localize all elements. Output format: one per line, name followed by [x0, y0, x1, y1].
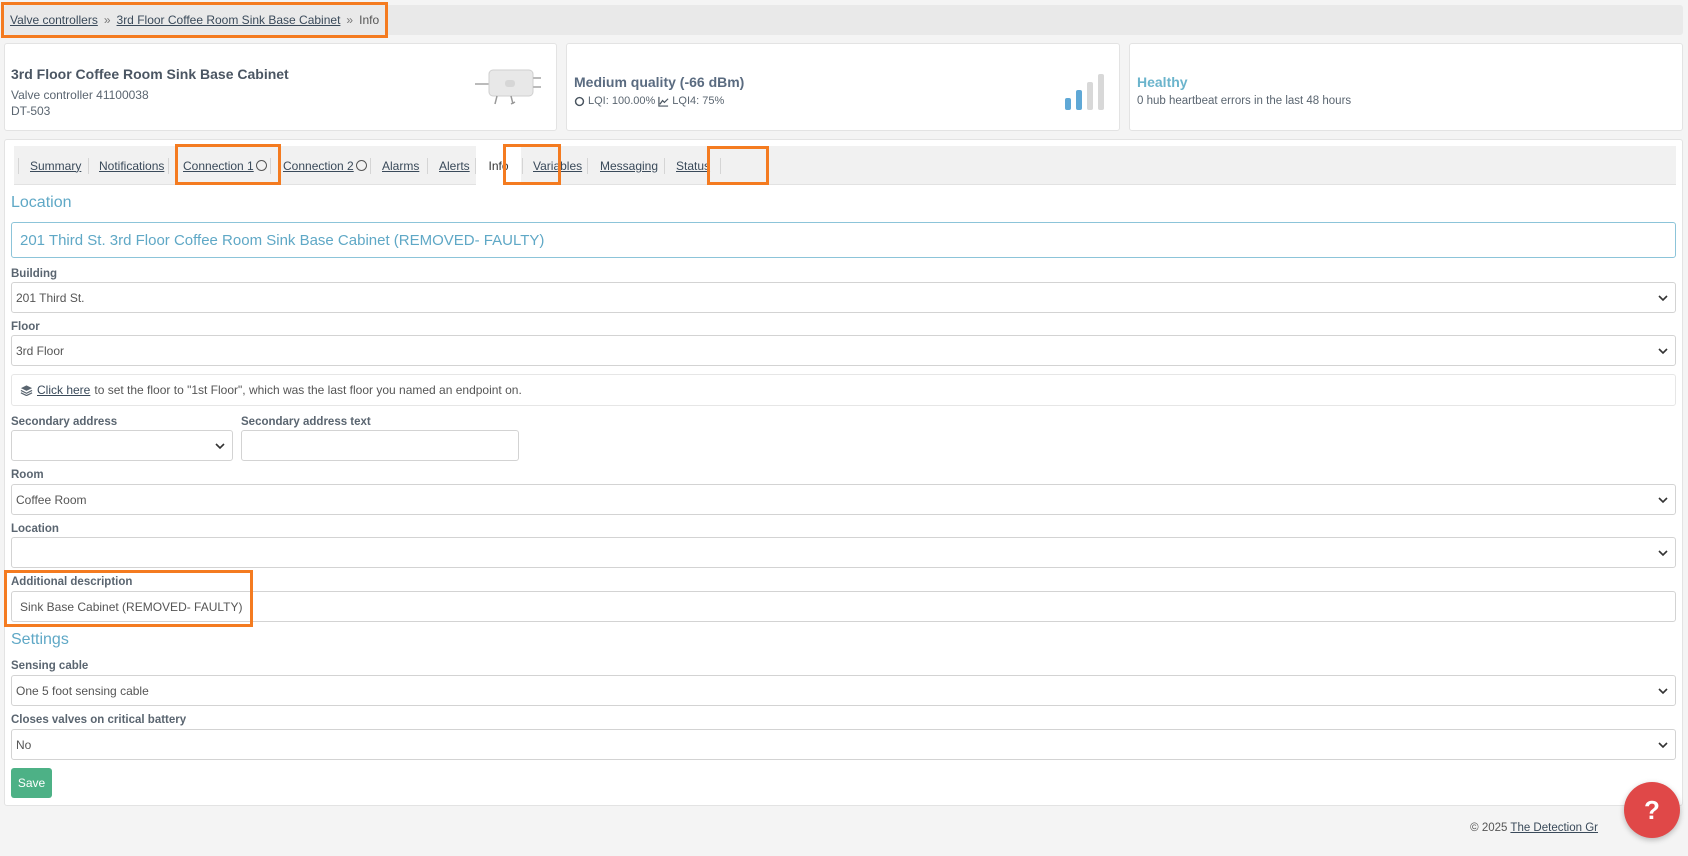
room-label: Room: [11, 469, 44, 481]
layers-icon: [20, 385, 33, 396]
footer: © 2025 The Detection Gr: [1470, 822, 1598, 834]
secondary-address-label: Secondary address: [11, 416, 118, 428]
tab-alerts[interactable]: Alerts: [439, 146, 470, 185]
tab-variables[interactable]: Variables: [533, 146, 582, 185]
tab-divider: [270, 158, 271, 174]
building-value: 201 Third St.: [16, 290, 85, 305]
tab-alarms[interactable]: Alarms: [382, 146, 419, 185]
floor-label: Floor: [11, 321, 40, 333]
signal-quality: Medium quality (-66 dBm): [574, 74, 745, 90]
save-button[interactable]: Save: [11, 768, 52, 798]
floor-select[interactable]: 3rd Floor: [11, 335, 1676, 366]
lqi4-value: LQI4: 75%: [672, 95, 725, 107]
tab-divider: [664, 158, 665, 174]
sensing-cable-value: One 5 foot sensing cable: [16, 683, 149, 698]
device-model: DT-503: [11, 104, 51, 118]
chevron-down-icon: [1658, 688, 1668, 695]
signal-card: Medium quality (-66 dBm) LQI: 100.00% LQ…: [566, 43, 1120, 131]
tab-connection-2[interactable]: Connection 2: [283, 146, 367, 185]
tab-divider: [88, 158, 89, 174]
tab-messaging[interactable]: Messaging: [600, 146, 658, 185]
health-status: Healthy: [1137, 74, 1188, 90]
lqi-value: LQI: 100.00%: [588, 95, 656, 107]
critical-battery-select[interactable]: No: [11, 729, 1676, 760]
sensing-cable-label: Sensing cable: [11, 660, 89, 672]
tab-summary[interactable]: Summary: [30, 146, 81, 185]
sensing-cable-select[interactable]: One 5 foot sensing cable: [11, 675, 1676, 706]
signal-bar: [1076, 90, 1082, 110]
signal-bars-icon: [1065, 74, 1104, 110]
breadcrumb-device[interactable]: 3rd Floor Coffee Room Sink Base Cabinet: [117, 13, 341, 27]
refresh-icon: [574, 96, 585, 106]
additional-description-input[interactable]: Sink Base Cabinet (REMOVED- FAULTY): [11, 591, 1676, 622]
footer-copyright: © 2025: [1470, 822, 1508, 834]
set-floor-link[interactable]: Click here: [37, 383, 90, 397]
floor-hint: Click here to set the floor to "1st Floo…: [11, 374, 1676, 406]
tab-status[interactable]: Status: [676, 146, 710, 185]
room-value: Coffee Room: [16, 492, 87, 507]
chevron-down-icon: [1658, 295, 1668, 302]
chevron-down-icon: [1658, 348, 1668, 355]
device-name: 3rd Floor Coffee Room Sink Base Cabinet: [11, 66, 289, 82]
tab-divider: [168, 158, 169, 174]
breadcrumb-current: Info: [359, 13, 380, 27]
chevron-down-icon: [215, 443, 225, 450]
critical-battery-value: No: [16, 737, 32, 752]
help-button[interactable]: ?: [1624, 782, 1680, 838]
tab-connection-2-label: Connection 2: [283, 158, 354, 173]
line-chart-icon: [658, 96, 669, 107]
signal-bar: [1098, 74, 1104, 110]
device-card: 3rd Floor Coffee Room Sink Base Cabinet …: [4, 43, 557, 131]
location-heading: Location: [11, 194, 72, 211]
status-circle-icon: [355, 160, 367, 171]
settings-heading: Settings: [11, 631, 69, 648]
tab-divider: [427, 158, 428, 174]
chevron-down-icon: [1658, 742, 1668, 749]
building-label: Building: [11, 268, 57, 280]
health-detail: 0 hub heartbeat errors in the last 48 ho…: [1137, 95, 1352, 107]
breadcrumb-bar: Valve controllers » 3rd Floor Coffee Roo…: [1, 2, 1683, 38]
additional-description-label: Additional description: [11, 576, 133, 588]
critical-battery-label: Closes valves on critical battery: [11, 714, 187, 726]
tab-divider: [18, 158, 19, 174]
tab-divider: [370, 158, 371, 174]
secondary-address-text-input[interactable]: [241, 430, 519, 461]
secondary-address-text-label: Secondary address text: [241, 416, 371, 428]
footer-company-link[interactable]: The Detection Gr: [1510, 822, 1598, 834]
device-details: Valve controller 41100038 DT-503: [11, 87, 149, 119]
secondary-address-select[interactable]: [11, 430, 233, 461]
tab-notifications[interactable]: Notifications: [99, 146, 164, 185]
floor-value: 3rd Floor: [16, 343, 65, 358]
info-panel: Summary Notifications Connection 1 Conne…: [4, 139, 1683, 806]
chevron-down-icon: [1658, 497, 1668, 504]
tab-info[interactable]: Info: [476, 146, 521, 185]
device-type: Valve controller 41100038: [11, 88, 149, 102]
location-label: Location: [11, 523, 59, 535]
room-select[interactable]: Coffee Room: [11, 484, 1676, 515]
building-select[interactable]: 201 Third St.: [11, 282, 1676, 313]
signal-bar: [1065, 98, 1071, 110]
tab-divider: [522, 158, 523, 174]
status-circle-icon: [255, 160, 267, 171]
breadcrumb: Valve controllers » 3rd Floor Coffee Roo…: [1, 2, 389, 38]
valve-controller-icon: [475, 69, 541, 105]
tab-connection-1-label: Connection 1: [183, 158, 254, 173]
signal-stats: LQI: 100.00% LQI4: 75%: [574, 95, 724, 107]
tab-bar: Summary Notifications Connection 1 Conne…: [14, 146, 1676, 185]
location-select[interactable]: [11, 537, 1676, 568]
health-card: Healthy 0 hub heartbeat errors in the la…: [1129, 43, 1683, 131]
tab-divider: [587, 158, 588, 174]
floor-hint-text: to set the floor to "1st Floor", which w…: [94, 383, 522, 397]
breadcrumb-separator: »: [346, 13, 354, 27]
breadcrumb-valve-controllers[interactable]: Valve controllers: [10, 13, 98, 27]
tab-divider: [720, 158, 721, 174]
tab-connection-1[interactable]: Connection 1: [183, 146, 267, 185]
signal-bar: [1087, 82, 1093, 110]
full-location-field[interactable]: 201 Third St. 3rd Floor Coffee Room Sink…: [11, 222, 1676, 258]
breadcrumb-separator: »: [103, 13, 111, 27]
chevron-down-icon: [1658, 550, 1668, 557]
